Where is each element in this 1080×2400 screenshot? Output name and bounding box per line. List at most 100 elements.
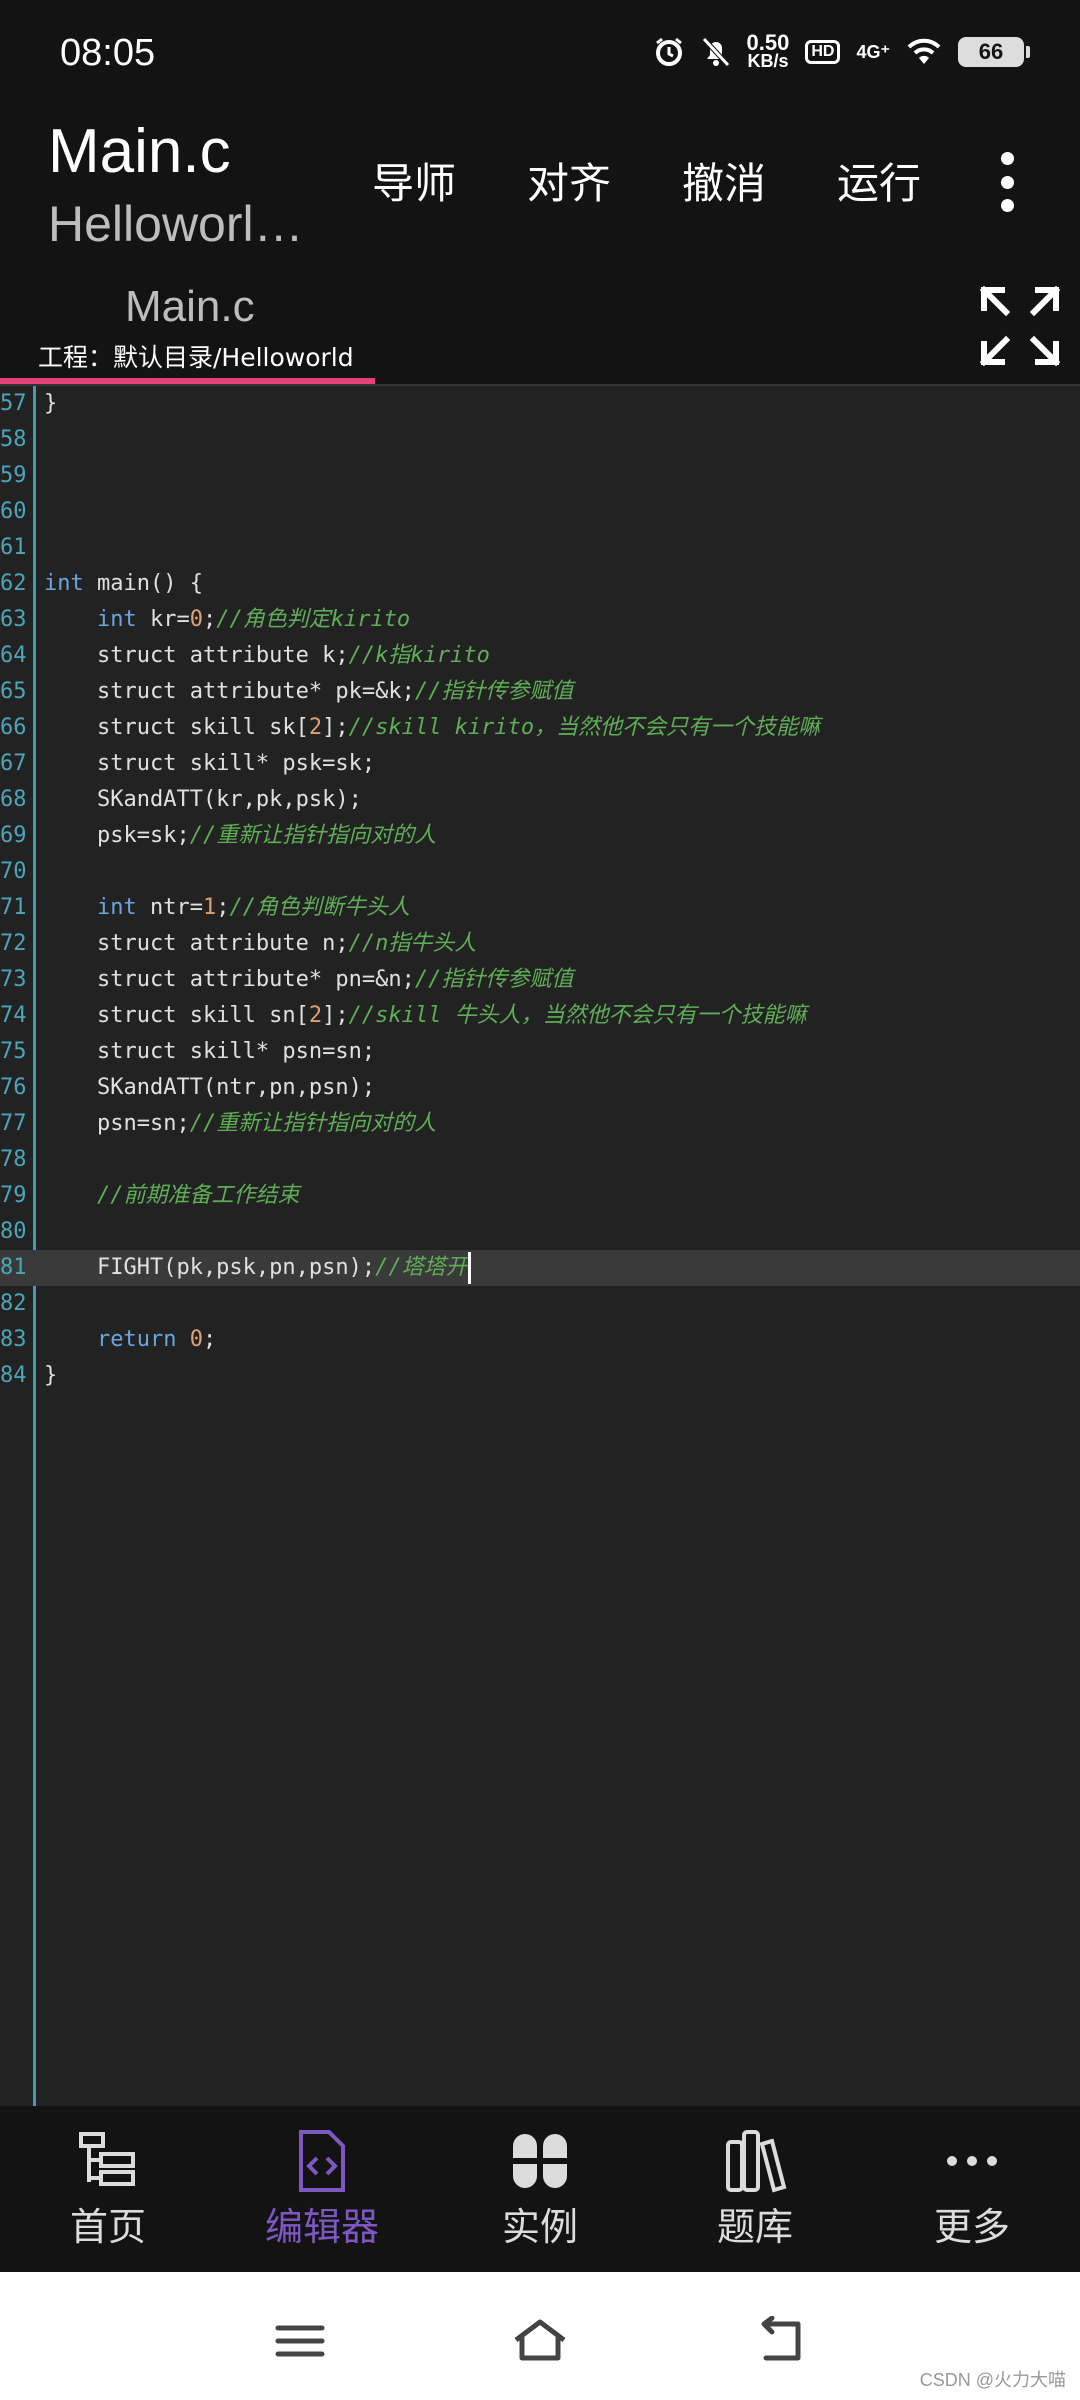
code-line[interactable]: 61	[0, 530, 1080, 566]
back-icon[interactable]	[750, 2316, 810, 2366]
toolbar-actions: 导师 对齐 撤消 运行	[372, 150, 992, 211]
code-line[interactable]: 62 int main() {	[0, 566, 1080, 602]
more-dots-icon	[947, 2156, 997, 2166]
code-text: struct skill sn[2];//skill 牛头人，当然他不会只有一个…	[44, 1003, 807, 1028]
status-bar: 08:05 0.50 KB/s HD 4G⁺ 66	[0, 0, 1080, 100]
code-line[interactable]: 70	[0, 854, 1080, 890]
watermark: CSDN @火力大喵	[919, 2370, 1066, 2390]
nav-home[interactable]: 首页	[8, 2128, 208, 2251]
code-line[interactable]: 78	[0, 1142, 1080, 1178]
code-text: struct skill sk[2];//skill kirito，当然他不会只…	[44, 715, 821, 740]
code-text: SKandATT(kr,pk,psk);	[44, 787, 362, 812]
code-text: struct skill* psk=sk;	[44, 751, 376, 776]
code-line[interactable]: 77 psn=sn;//重新让指针指向对的人	[0, 1106, 1080, 1142]
line-number: 83	[0, 1327, 27, 1352]
nav-more-label: 更多	[933, 2205, 1010, 2249]
code-line[interactable]: 72 struct attribute n;//n指牛头人	[0, 926, 1080, 962]
alarm-icon	[655, 37, 682, 66]
code-text: struct attribute* pk=&k;//指针传参赋值	[44, 679, 574, 704]
fullscreen-icon[interactable]	[978, 284, 1062, 368]
books-icon	[726, 2130, 787, 2193]
hd-badge: HD	[805, 40, 841, 64]
code-line[interactable]: 81 FIGHT(pk,psk,pn,psn);//塔塔开	[0, 1250, 1080, 1286]
code-line[interactable]: 80	[0, 1214, 1080, 1250]
nav-examples-label: 实例	[501, 2205, 578, 2249]
code-line[interactable]: 66 struct skill sk[2];//skill kirito，当然他…	[0, 710, 1080, 746]
code-text: psk=sk;//重新让指针指向对的人	[44, 823, 437, 848]
code-line[interactable]: 84}	[0, 1358, 1080, 1394]
mentor-button[interactable]: 导师	[372, 150, 527, 211]
line-number: 84	[0, 1363, 27, 1388]
code-editor[interactable]: 57} 58 59 60 61 62 int main() {63 int kr=0;//角…	[0, 386, 1080, 2106]
status-icons: 0.50 KB/s HD 4G⁺ 66	[653, 32, 1030, 71]
line-number: 59	[0, 463, 27, 488]
system-navigation-bar: CSDN @火力大喵	[0, 2272, 1080, 2400]
line-number: 76	[0, 1075, 27, 1100]
nav-editor[interactable]: 编辑器	[222, 2128, 422, 2251]
code-line[interactable]: 68 SKandATT(kr,pk,psk);	[0, 782, 1080, 818]
code-text: }	[44, 391, 58, 416]
line-number: 82	[0, 1291, 27, 1316]
nav-question-bank[interactable]: 题库	[655, 2128, 855, 2251]
overflow-menu-icon[interactable]	[1000, 152, 1014, 212]
line-number: 65	[0, 679, 27, 704]
code-line[interactable]: 79 //前期准备工作结束	[0, 1178, 1080, 1214]
code-text: FIGHT(pk,psk,pn,psn);//塔塔开	[44, 1250, 471, 1286]
code-line[interactable]: 59	[0, 458, 1080, 494]
battery-icon: 66	[958, 37, 1030, 67]
app-subtitle: Helloworl…	[48, 196, 304, 252]
code-text: //前期准备工作结束	[96, 1183, 300, 1208]
code-line[interactable]: 57}	[0, 386, 1080, 422]
line-number: 66	[0, 715, 27, 740]
line-number: 57	[0, 391, 27, 416]
line-number: 64	[0, 643, 27, 668]
code-line[interactable]: 75 struct skill* psn=sn;	[0, 1034, 1080, 1070]
code-text: int main() {	[44, 571, 203, 596]
code-text: SKandATT(ntr,pn,psn);	[44, 1075, 376, 1100]
code-text: struct attribute* pn=&n;//指针传参赋值	[44, 967, 574, 992]
home-icon[interactable]	[510, 2316, 570, 2366]
code-line[interactable]: 69 psk=sk;//重新让指针指向对的人	[0, 818, 1080, 854]
menu-icon[interactable]	[270, 2316, 330, 2366]
code-line[interactable]: 83 return 0;	[0, 1322, 1080, 1358]
file-tab-bar: Main.c 工程：默认目录/Helloworld	[0, 270, 1080, 386]
code-line[interactable]: 63 int kr=0;//角色判定kirito	[0, 602, 1080, 638]
code-line[interactable]: 65 struct attribute* pk=&k;//指针传参赋值	[0, 674, 1080, 710]
align-button[interactable]: 对齐	[527, 150, 682, 211]
code-text: struct attribute k;//k指kirito	[44, 643, 490, 668]
line-number: 60	[0, 499, 27, 524]
line-number: 74	[0, 1003, 27, 1028]
tab-active-indicator	[0, 378, 375, 384]
code-line[interactable]: 58	[0, 422, 1080, 458]
undo-button[interactable]: 撤消	[682, 150, 837, 211]
bottom-navigation: 首页 编辑器 实例 题库 更多	[0, 2106, 1080, 2272]
code-line[interactable]: 74 struct skill sn[2];//skill 牛头人，当然他不会只…	[0, 998, 1080, 1034]
code-line[interactable]: 64 struct attribute k;//k指kirito	[0, 638, 1080, 674]
code-line[interactable]: 73 struct attribute* pn=&n;//指针传参赋值	[0, 962, 1080, 998]
nav-editor-label: 编辑器	[264, 2205, 379, 2249]
app-title: Main.c	[48, 117, 231, 186]
code-text: struct skill* psn=sn;	[44, 1039, 376, 1064]
home-tree-icon	[79, 2132, 135, 2186]
code-line[interactable]: 71 int ntr=1;//角色判断牛头人	[0, 890, 1080, 926]
code-line[interactable]: 60	[0, 494, 1080, 530]
code-line[interactable]: 76 SKandATT(ntr,pn,psn);	[0, 1070, 1080, 1106]
code-line[interactable]: 67 struct skill* psk=sk;	[0, 746, 1080, 782]
line-number: 68	[0, 787, 27, 812]
line-number: 71	[0, 895, 27, 920]
network-speed: 0.50 KB/s	[747, 32, 790, 71]
line-number: 78	[0, 1147, 27, 1172]
line-number: 81	[0, 1255, 27, 1280]
nav-question-bank-label: 题库	[716, 2205, 793, 2249]
code-line[interactable]: 82	[0, 1286, 1080, 1322]
line-number: 75	[0, 1039, 27, 1064]
line-number: 80	[0, 1219, 27, 1244]
speed-unit: KB/s	[747, 51, 789, 71]
examples-icon	[513, 2134, 567, 2188]
line-number: 69	[0, 823, 27, 848]
nav-more[interactable]: 更多	[872, 2128, 1072, 2251]
nav-examples[interactable]: 实例	[440, 2128, 640, 2251]
run-button[interactable]: 运行	[837, 150, 992, 211]
code-file-icon	[299, 2130, 345, 2192]
line-number: 58	[0, 427, 27, 452]
